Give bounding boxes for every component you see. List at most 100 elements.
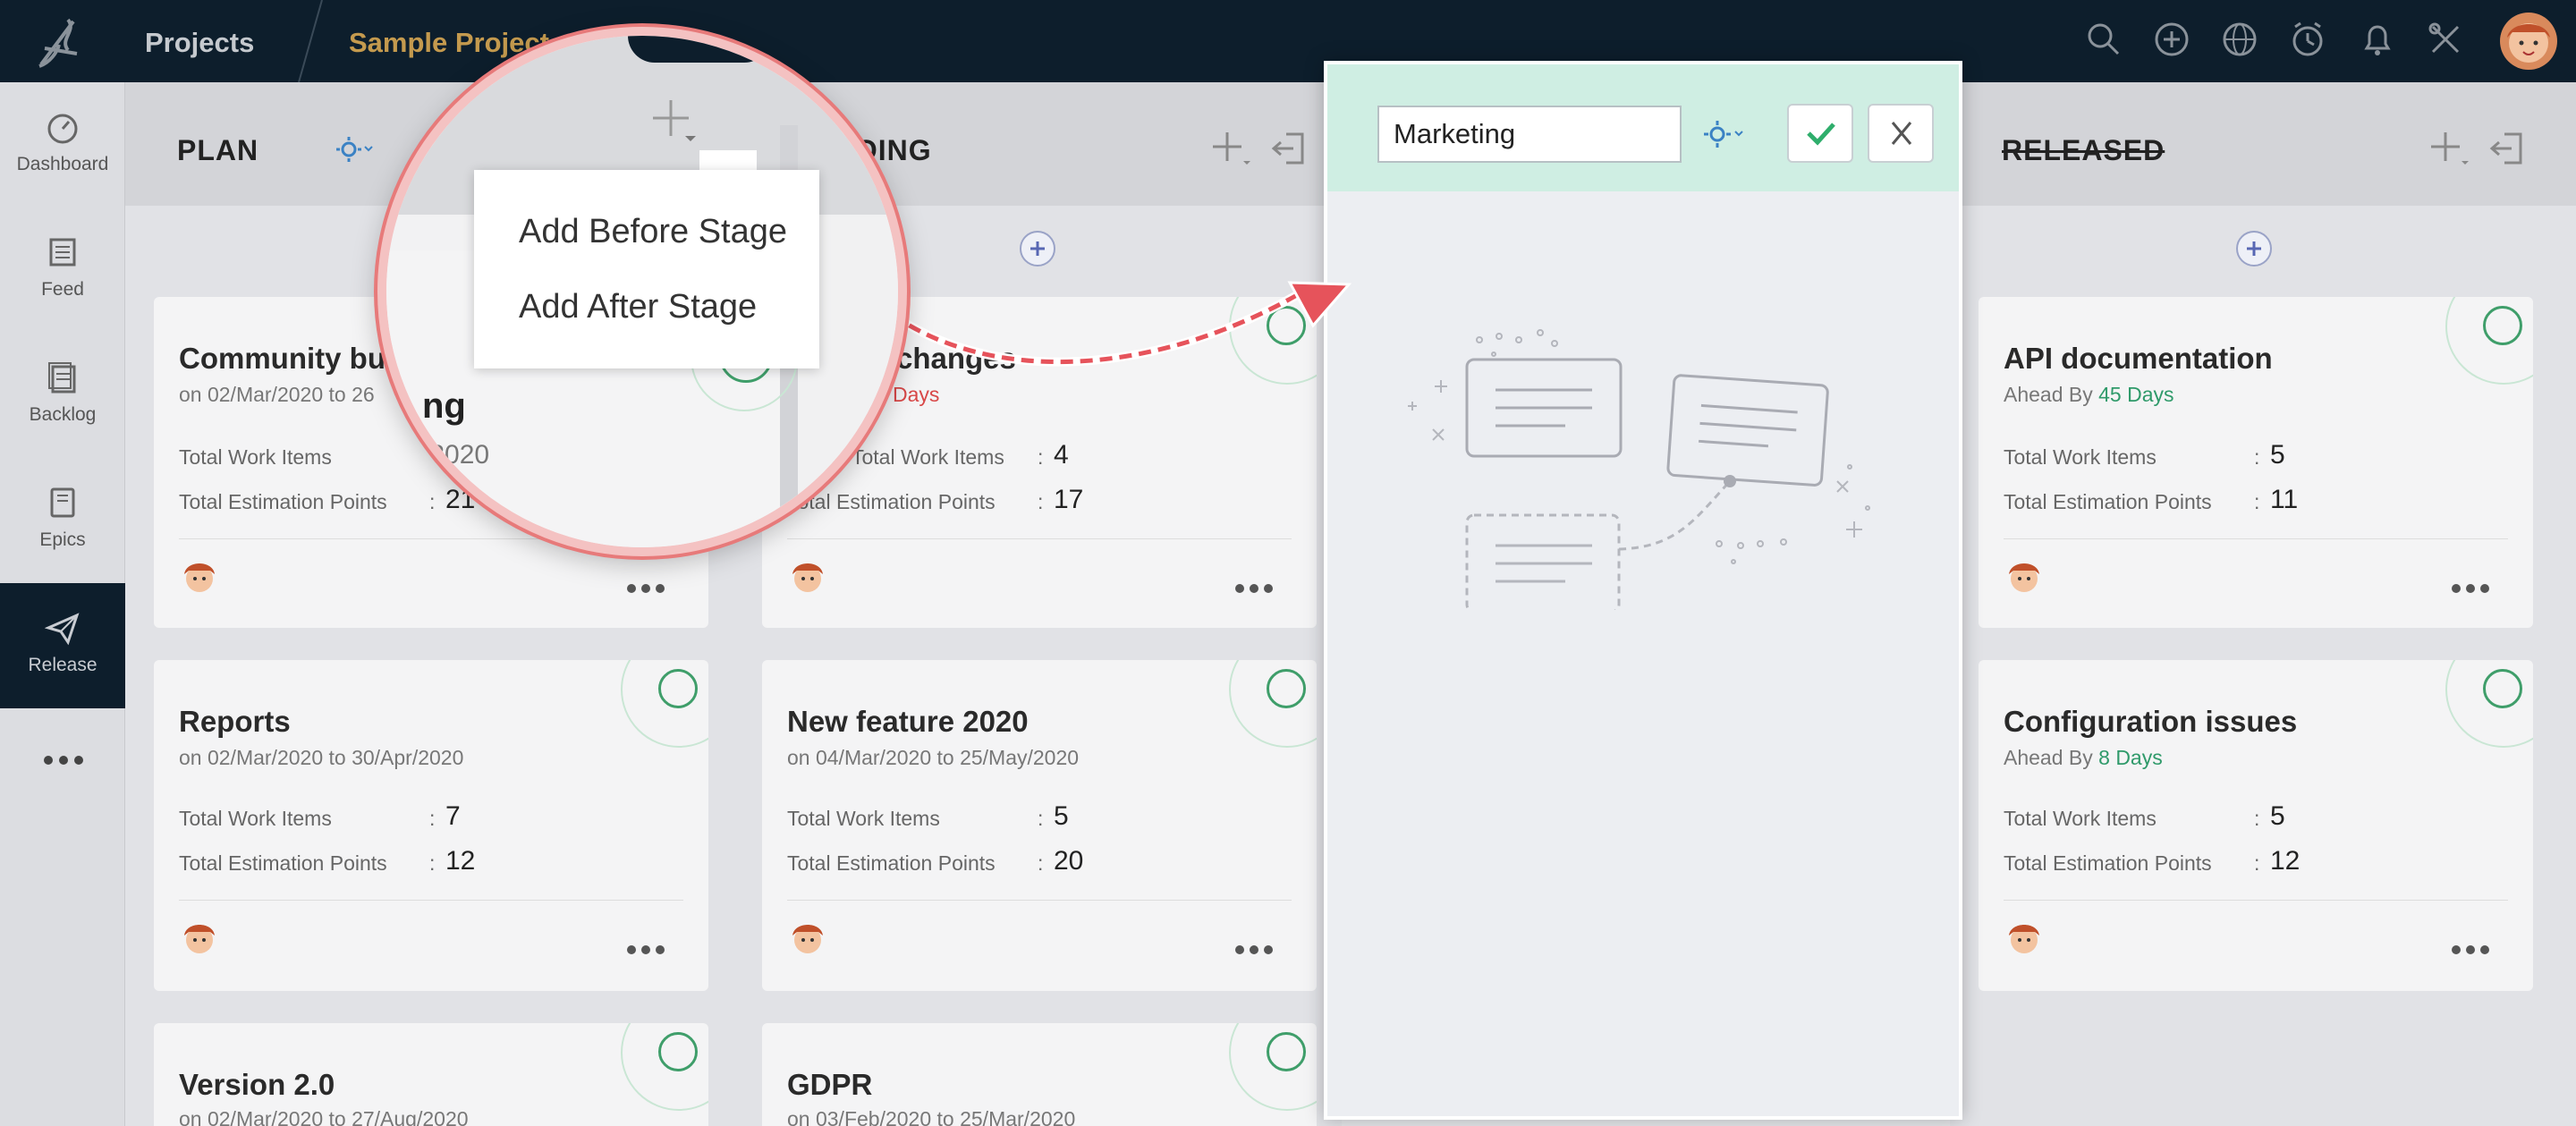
card-divider: [787, 900, 1292, 901]
release-card[interactable]: New feature 2020 on 04/Mar/2020 to 25/Ma…: [762, 660, 1317, 991]
stage-settings-icon[interactable]: [333, 134, 374, 165]
sidebar-item-label: Epics: [39, 529, 86, 550]
stat-label: Total Work Items: [179, 807, 332, 830]
card-menu-icon[interactable]: [1234, 583, 1274, 594]
stat-label: Total Work Items: [179, 445, 332, 469]
assignee-avatar-icon[interactable]: [179, 556, 220, 597]
add-before-stage-option[interactable]: Add Before Stage: [519, 213, 787, 251]
stat-label: Total Estimation Points: [179, 851, 387, 875]
pointer-arrow: [887, 281, 1352, 367]
stat-label: Total Estimation Points: [2004, 851, 2212, 875]
stat-label: Total Work Items: [787, 807, 940, 830]
sidebar-item-dashboard[interactable]: Dashboard: [0, 82, 125, 207]
sidebar-item-label: Release: [28, 655, 97, 675]
stat-value: 11: [2270, 485, 2299, 514]
stat-value: 4: [1054, 440, 1069, 470]
stage-settings-icon[interactable]: [1701, 118, 1748, 150]
card-status: Ahead By 45 Days: [2004, 383, 2174, 407]
stat-value: 20: [1054, 846, 1084, 876]
stage-name-input[interactable]: [1377, 106, 1682, 163]
card-menu-icon[interactable]: [1234, 944, 1274, 955]
sidebar-item-release[interactable]: Release: [0, 583, 125, 708]
progress-ring: [621, 660, 708, 748]
sidebar-item-label: Feed: [41, 279, 84, 300]
bell-icon[interactable]: [2358, 20, 2397, 59]
add-release-button[interactable]: [1020, 231, 1055, 267]
stat-value: 7: [445, 801, 461, 831]
timer-icon[interactable]: [2288, 20, 2327, 59]
card-menu-icon[interactable]: [2451, 944, 2490, 955]
card-divider: [179, 900, 683, 901]
new-stage-panel: [1324, 61, 1962, 1120]
stat-colon: :: [2254, 851, 2260, 875]
backlog-icon: [48, 362, 76, 394]
release-card[interactable]: API documentation Ahead By 45 Days Total…: [1979, 297, 2533, 628]
sidebar-item-epics[interactable]: Epics: [0, 458, 125, 583]
user-avatar[interactable]: [2500, 13, 2557, 70]
card-dates: on 02/Mar/2020 to 30/Apr/2020: [179, 746, 464, 769]
card-divider: [2004, 900, 2508, 901]
ahead-days: 45 Days: [2098, 383, 2174, 406]
card-title: API documentation: [2004, 342, 2273, 375]
check-icon: [1807, 123, 1835, 146]
stat-value: 5: [2270, 801, 2285, 831]
sidebar: Dashboard Feed Backlog Epics Release: [0, 82, 125, 1126]
release-card[interactable]: Version 2.0 on 02/Mar/2020 to 27/Aug/202…: [154, 1023, 708, 1126]
stat-colon: :: [2254, 807, 2260, 830]
sidebar-item-label: Dashboard: [16, 154, 109, 174]
confirm-button[interactable]: [1787, 104, 1853, 163]
stat-value: 5: [1054, 801, 1069, 831]
release-card[interactable]: GDPR on 03/Feb/2020 to 25/Mar/2020: [762, 1023, 1317, 1126]
projects-link[interactable]: Projects: [145, 27, 254, 59]
stat-colon: :: [1038, 490, 1044, 513]
magnified-card-dates: /2020: [422, 440, 490, 470]
card-dates: on 04/Mar/2020 to 25/May/2020: [787, 746, 1080, 769]
sidebar-item-backlog[interactable]: Backlog: [0, 333, 125, 458]
assignee-avatar-icon[interactable]: [787, 918, 828, 959]
empty-stage-illustration: [1408, 329, 1870, 610]
magnifier-callout: ng /2020 Add Before Stage Add After Stag…: [377, 27, 907, 556]
app-logo-icon[interactable]: [32, 13, 95, 70]
avatar-face-icon: [2507, 23, 2550, 63]
collapse-stage-icon[interactable]: [2488, 129, 2528, 168]
card-title: Version 2.0: [179, 1068, 335, 1101]
stat-colon: :: [1038, 445, 1044, 469]
magnified-topbar: [628, 36, 771, 63]
feed-icon: [49, 238, 76, 267]
magnified-card-title: ng: [422, 386, 466, 426]
add-stage-icon[interactable]: [1208, 129, 1252, 168]
add-stage-icon[interactable]: [2426, 129, 2470, 168]
cancel-button[interactable]: [1868, 104, 1934, 163]
globe-icon[interactable]: [2220, 20, 2259, 59]
sidebar-item-label: Backlog: [29, 404, 97, 425]
stat-colon: :: [2254, 490, 2260, 513]
add-stage-icon[interactable]: [651, 98, 696, 143]
release-card[interactable]: Configuration issues Ahead By 8 Days Tot…: [1979, 660, 2533, 991]
stat-colon: :: [429, 851, 436, 875]
sidebar-item-feed[interactable]: Feed: [0, 207, 125, 333]
release-card[interactable]: Reports on 02/Mar/2020 to 30/Apr/2020 To…: [154, 660, 708, 991]
stat-value: 12: [2270, 846, 2301, 876]
more-dots-icon[interactable]: [41, 751, 86, 769]
card-menu-icon[interactable]: [626, 944, 665, 955]
assignee-avatar-icon[interactable]: [179, 918, 220, 959]
assignee-avatar-icon[interactable]: [2004, 556, 2045, 597]
card-title: New feature 2020: [787, 705, 1029, 738]
add-circle-icon[interactable]: [2152, 20, 2191, 59]
card-menu-icon[interactable]: [2451, 583, 2490, 594]
collapse-stage-icon[interactable]: [1270, 129, 1309, 168]
card-menu-icon[interactable]: [626, 583, 665, 594]
stat-label: Total Estimation Points: [2004, 490, 2212, 513]
card-title: Configuration issues: [2004, 705, 2298, 738]
assignee-avatar-icon[interactable]: [787, 556, 828, 597]
tools-icon[interactable]: [2426, 20, 2465, 59]
add-release-button[interactable]: [2236, 231, 2272, 267]
assignee-avatar-icon[interactable]: [2004, 918, 2045, 959]
ahead-days: 8 Days: [2098, 746, 2163, 769]
magnified-region: ng /2020 Add Before Stage Add After Stag…: [386, 36, 898, 547]
stat-colon: :: [1038, 851, 1044, 875]
search-icon[interactable]: [2084, 20, 2123, 59]
status-prefix: Ahead By: [2004, 383, 2093, 406]
add-after-stage-option[interactable]: Add After Stage: [519, 288, 757, 326]
card-divider: [2004, 538, 2508, 539]
